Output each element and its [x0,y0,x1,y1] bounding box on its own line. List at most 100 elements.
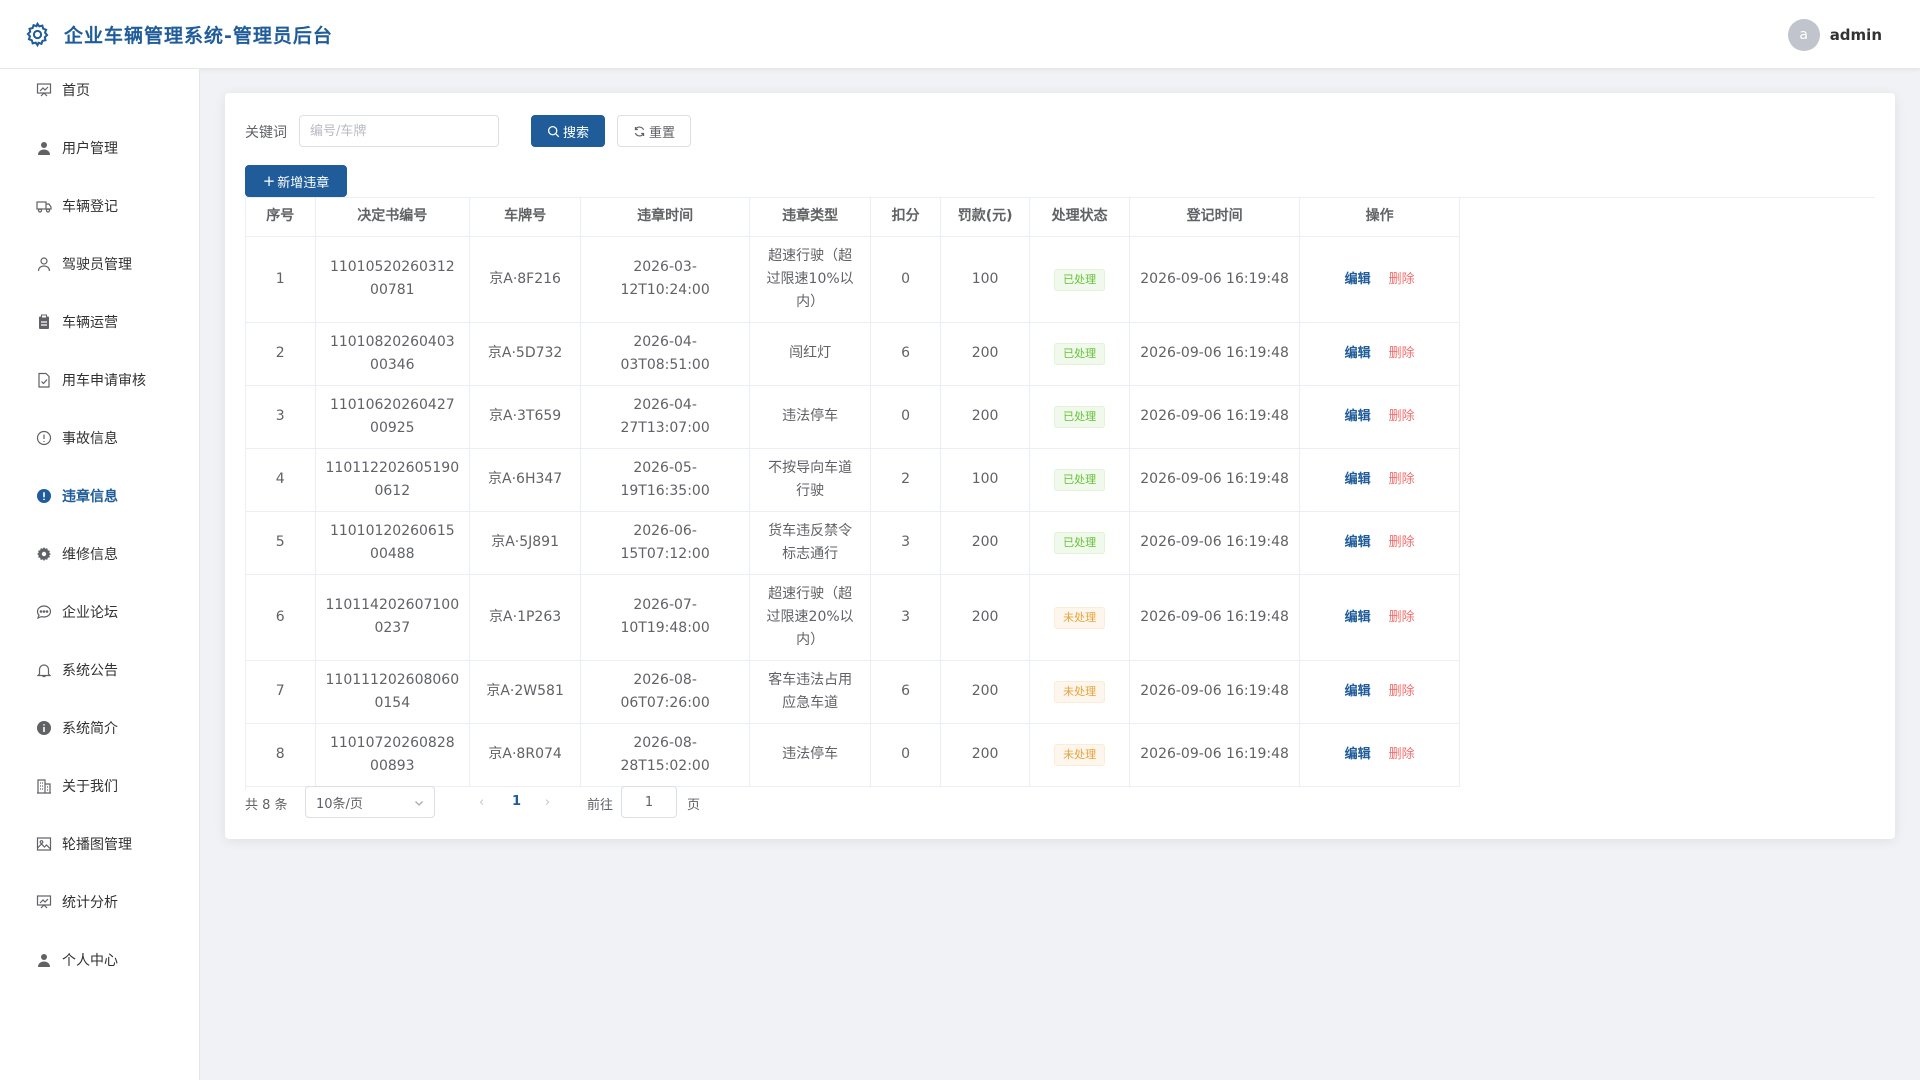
cell-violation-type-line: 过限速10%以 [766,270,854,287]
sidebar-item-label: 用户管理 [62,141,118,157]
keyword-label: 关键词 [245,125,287,141]
cell-decision-number-line: 0154 [374,694,411,711]
edit-button[interactable]: 编辑 [1345,272,1371,287]
sidebar-item-accidents[interactable]: 事故信息 [0,410,199,466]
page-size-value: 10条/页 [316,796,363,812]
edit-button[interactable]: 编辑 [1345,684,1371,699]
cell-decision-number-line: 11010120260615 [329,522,455,539]
cell-actions: 编辑 删除 [1299,385,1461,449]
sidebar-item-intro[interactable]: 系统简介 [0,700,199,756]
chart-board-icon [36,82,62,98]
edit-button[interactable]: 编辑 [1345,747,1371,762]
cell-violation-type-line: 内） [796,293,825,310]
cell-register-time: 2026-09-06 16:19:48 [1129,385,1301,449]
sidebar-item-profile[interactable]: 个人中心 [0,932,199,988]
cell-violation-type-line: 违法停车 [782,746,839,762]
sidebar-item-vehicle-register[interactable]: 车辆登记 [0,178,199,234]
goto-unit: 页 [687,798,701,813]
search-button[interactable]: 搜索 [531,115,605,147]
cell-violation-time: 2026-06-15T07:12:00 [580,511,751,575]
table-row: 6 110114202607100 0237 京A·1P263 2026-07-10T1… [246,574,1461,661]
sidebar-item-stats[interactable]: 统计分析 [0,874,199,930]
sidebar-item-about[interactable]: 关于我们 [0,758,199,814]
cell-actions: 编辑 删除 [1299,511,1461,575]
delete-button[interactable]: 删除 [1389,272,1415,287]
cell-plate: 京A·8R074 [469,723,582,787]
edit-button[interactable]: 编辑 [1345,409,1371,424]
sidebar-item-home[interactable]: 首页 [0,62,199,118]
user-menu[interactable]: a admin [1787,19,1882,51]
gear-logo-icon [26,21,49,48]
delete-button[interactable]: 删除 [1389,472,1415,487]
cell-violation-type: 超速行驶（超 过限速20%以 内） [749,574,872,661]
cell-points: 2 [870,448,942,512]
add-violation-button[interactable]: + 新增违章 [245,165,347,197]
status-badge: 已处理 [1054,469,1106,491]
cell-fine: 200 [940,723,1031,787]
sidebar-item-violations[interactable]: 违章信息 [0,468,199,524]
pagination: 共 8 条 10条/页 ‹ 1 › 前往 页 [245,786,765,818]
goto-label: 前往 [587,798,614,813]
delete-button[interactable]: 删除 [1389,684,1415,699]
edit-button[interactable]: 编辑 [1345,610,1371,625]
cell-index: 5 [246,511,316,575]
search-icon [547,125,560,137]
sidebar: 首页用户管理车辆登记驾驶员管理车辆运营 用车申请审核 事故信息 违章信息 维修信息 企业论… [0,69,200,1080]
cell-fine: 200 [940,511,1031,575]
edit-button[interactable]: 编辑 [1345,346,1371,361]
keyword-input[interactable] [299,115,499,147]
sidebar-item-operations[interactable]: 车辆运营 [0,294,199,350]
sidebar-item-notices[interactable]: 系统公告 [0,642,199,698]
cell-register-time: 2026-09-06 16:19:48 [1129,448,1301,512]
cell-register-time: 2026-09-06 16:19:48 [1129,322,1301,386]
cell-points: 0 [870,385,942,449]
app-title: 企业车辆管理系统-管理员后台 [64,25,333,47]
cell-register-time: 2026-09-06 16:19:48 [1129,511,1301,575]
cell-status: 未处理 [1029,660,1131,724]
avatar[interactable]: a [1787,19,1820,51]
cell-violation-type: 闯红灯 [749,322,872,386]
picture-icon [36,836,62,852]
table-row: 4 110112202605190 0612 京A·6H347 2026-05-19T1… [246,448,1461,512]
edit-button[interactable]: 编辑 [1345,472,1371,487]
sidebar-item-drivers[interactable]: 驾驶员管理 [0,236,199,292]
delete-button[interactable]: 删除 [1389,346,1415,361]
cell-violation-type-line: 行驶 [796,482,825,499]
cell-status: 已处理 [1029,385,1131,449]
info-icon [36,720,62,736]
delete-button[interactable]: 删除 [1389,535,1415,550]
prev-page-button[interactable]: ‹ [479,795,484,810]
cell-plate: 京A·1P263 [469,574,582,661]
sidebar-item-users[interactable]: 用户管理 [0,120,199,176]
sidebar-item-label: 系统简介 [62,721,118,737]
sidebar-item-forum[interactable]: 企业论坛 [0,584,199,640]
sidebar-item-carousel[interactable]: 轮播图管理 [0,816,199,872]
delete-button[interactable]: 删除 [1389,610,1415,625]
cell-plate: 京A·3T659 [469,385,582,449]
cell-violation-time: 2026-08-28T15:02:00 [580,723,751,787]
sidebar-item-repairs[interactable]: 维修信息 [0,526,199,582]
cell-decision-number: 110111202608060 0154 [315,660,471,724]
refresh-icon [634,125,645,137]
cell-index: 8 [246,723,316,787]
main-card: 关键词 搜索 重置 + 新增违章 序号决定书编号车牌号违章时间违章类型扣分罚款(… [225,93,1895,839]
edit-button[interactable]: 编辑 [1345,535,1371,550]
page-number-current[interactable]: 1 [512,794,521,809]
status-badge: 未处理 [1054,681,1106,703]
delete-button[interactable]: 删除 [1389,747,1415,762]
page-size-select[interactable]: 10条/页 [305,786,435,818]
cell-violation-type-line: 闯红灯 [789,345,832,361]
column-header: 车牌号 [469,198,582,237]
delete-button[interactable]: 删除 [1389,409,1415,424]
reset-button[interactable]: 重置 [617,115,691,147]
goto-page-input[interactable] [621,786,677,818]
status-badge: 已处理 [1054,343,1106,365]
next-page-button[interactable]: › [545,795,550,810]
table-header-row: 序号 决定书编号 车牌号 违章时间 违章类型 扣分 罚款(元) 处理状态 登记时间 操作 [246,198,1461,237]
sidebar-item-label: 首页 [62,83,90,99]
sidebar-item-applications[interactable]: 用车申请审核 [0,352,199,408]
cell-decision-number-line: 00893 [370,757,415,774]
chat-icon [36,604,62,620]
username[interactable]: admin [1830,26,1882,44]
sidebar-item-label: 驾驶员管理 [62,257,132,273]
